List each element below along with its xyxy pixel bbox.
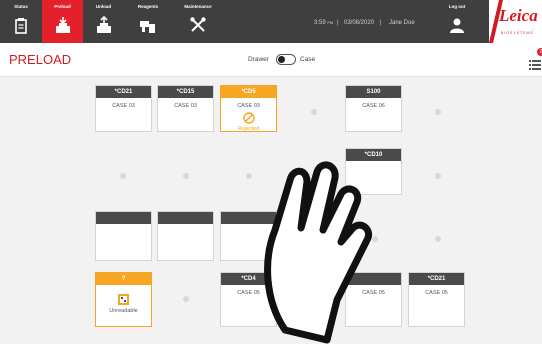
header-separator-2: | (380, 20, 382, 26)
slot-case: CASE 05 (425, 290, 448, 296)
header-date: 03/08/2020 (344, 20, 375, 26)
header-separator: | (337, 20, 339, 26)
slot-marker: *CD21 (96, 86, 151, 98)
page-title: PRELOAD (9, 52, 72, 67)
touch-hand-overlay-icon (264, 161, 372, 344)
slot-marker: *CD5 (221, 86, 276, 98)
slide-slot-empty[interactable] (95, 211, 152, 261)
toggle-left-label: Drawer (248, 56, 269, 63)
slide-slot-empty[interactable] (157, 211, 214, 261)
clock-ampm: PM (327, 20, 334, 25)
preload-icon (55, 17, 70, 33)
slot-marker: S100 (346, 86, 401, 98)
empty-position[interactable] (311, 109, 317, 115)
reagents-icon (140, 21, 155, 33)
notification-badge[interactable]: 2 (537, 48, 542, 56)
empty-position[interactable] (183, 296, 189, 302)
empty-position[interactable] (435, 173, 441, 179)
toggle-knob (278, 56, 285, 63)
brand-logo: Leica BIOSYSTEMS (489, 0, 542, 43)
slide-slot[interactable]: *CD21 CASE 03 (95, 85, 152, 132)
logout-icon (450, 18, 464, 33)
nav-unload[interactable]: Unload (83, 0, 124, 43)
logout-button[interactable]: Log out (442, 0, 472, 43)
empty-position[interactable] (435, 236, 441, 242)
slot-status: Unreadable (109, 308, 138, 314)
nav-reagents[interactable]: Reagents (124, 0, 172, 43)
nav-reagents-label: Reagents (137, 4, 159, 9)
nav-status-label: Status (14, 4, 28, 9)
clock-time: 3:59 (314, 20, 326, 26)
slide-slot[interactable]: S100 CASE 06 (345, 85, 402, 132)
list-menu-icon[interactable] (529, 60, 541, 70)
maintenance-icon (190, 17, 206, 32)
brand-name: Leica (499, 6, 538, 25)
slot-case: CASE 06 (362, 103, 385, 109)
toggle-right-label: Case (300, 56, 316, 63)
logout-label: Log out (448, 4, 466, 9)
unreadable-barcode-icon (118, 294, 129, 305)
empty-position[interactable] (120, 173, 126, 179)
nav-maintenance[interactable]: Maintenance (172, 0, 224, 43)
slide-slot[interactable]: *CD15 CASE 03 (157, 85, 214, 132)
nav-preload[interactable]: Preload (42, 0, 83, 43)
empty-position[interactable] (435, 109, 441, 115)
slot-marker: *CD15 (158, 86, 213, 98)
slot-marker (158, 212, 213, 224)
slide-slot-rejected[interactable]: *CD5 CASE 03 Rejected (220, 85, 277, 132)
nav-maintenance-label: Maintenance (184, 4, 212, 9)
top-navigation-bar: Status Preload Unload Reagents Maintenan… (0, 0, 542, 43)
nav-unload-label: Unload (95, 4, 112, 9)
slot-marker: *CD21 (409, 273, 464, 285)
slot-case: CASE 03 (112, 103, 135, 109)
unload-icon (96, 16, 111, 33)
rejected-icon (242, 112, 255, 124)
brand-sub: BIOSYSTEMS (501, 31, 534, 35)
user-name: Jane Doe (389, 20, 415, 26)
slide-slot-unreadable[interactable]: ? Unreadable (95, 272, 152, 327)
empty-position[interactable] (183, 173, 189, 179)
nav-preload-label: Preload (54, 4, 71, 9)
slot-case: CASE 03 (237, 103, 260, 109)
slot-case: CASE 03 (174, 103, 197, 109)
drawer-case-toggle[interactable] (276, 54, 296, 65)
slide-slot[interactable]: *CD21 CASE 05 (408, 272, 465, 327)
nav-status[interactable]: Status (0, 0, 42, 43)
status-icon (15, 18, 27, 34)
slot-status: Rejected (237, 126, 260, 132)
slot-marker (96, 212, 151, 224)
slot-marker: ? (96, 273, 151, 285)
page-header: PRELOAD Drawer Case (0, 43, 542, 77)
